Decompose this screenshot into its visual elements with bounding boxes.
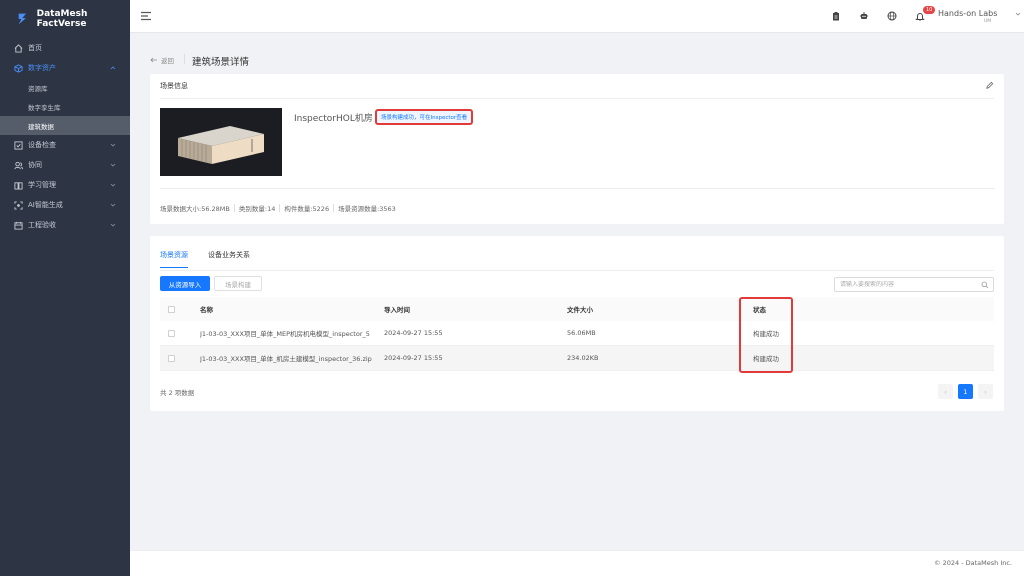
sidebar-item-collaboration[interactable]: 协同 bbox=[0, 155, 130, 175]
sidebar-item-label: 学习管理 bbox=[28, 181, 56, 189]
sidebar-item-device-inspection[interactable]: 设备检查 bbox=[0, 135, 130, 155]
back-link[interactable]: 返回 bbox=[150, 55, 174, 65]
stat-category-count: 类别数量:14 bbox=[238, 205, 276, 213]
sidebar-item-label: 数字资产 bbox=[28, 64, 56, 72]
sidebar-subitem-building-data[interactable]: 建筑数据 bbox=[0, 116, 130, 135]
row-checkbox[interactable] bbox=[168, 329, 175, 337]
user-name[interactable]: Hands-on Labs bbox=[938, 9, 997, 18]
user-role: UM bbox=[984, 19, 992, 24]
book-icon bbox=[13, 180, 23, 190]
sidebar-item-label: 首页 bbox=[28, 44, 42, 52]
brand[interactable]: DataMesh FactVerse bbox=[0, 0, 130, 38]
table-row[interactable]: J1-03-03_XXX项目_单体_MEP机房机电模型_inspector_5 … bbox=[160, 321, 994, 346]
check-square-icon bbox=[13, 140, 23, 150]
sidebar: DataMesh FactVerse 首页 数字资产 资源库 数字孪生库 建筑数… bbox=[0, 0, 130, 576]
ai-icon bbox=[13, 200, 23, 210]
scene-resources-card: 场景资源 设备业务关系 从资源导入 场景构建 名称 导入时间 文件大小 状态 J… bbox=[150, 236, 1004, 411]
footer: © 2024 - DataMesh Inc. bbox=[130, 550, 1024, 576]
globe-icon[interactable] bbox=[887, 11, 897, 21]
scene-build-button[interactable]: 场景构建 bbox=[214, 276, 262, 291]
edit-icon[interactable] bbox=[985, 81, 994, 90]
cell-size: 56.06MB bbox=[567, 329, 596, 337]
home-icon bbox=[13, 43, 23, 53]
top-header: 10 Hands-on Labs UM bbox=[130, 0, 1024, 33]
sidebar-item-label: 协同 bbox=[28, 161, 42, 169]
table-row[interactable]: J1-03-03_XXX项目_单体_机房土建模型_inspector_36.zi… bbox=[160, 346, 994, 371]
sidebar-item-label: 设备检查 bbox=[28, 141, 56, 149]
column-header-size: 文件大小 bbox=[567, 306, 593, 314]
scene-thumbnail[interactable] bbox=[160, 108, 282, 176]
resources-table: 名称 导入时间 文件大小 状态 J1-03-03_XXX项目_单体_MEP机房机… bbox=[160, 297, 994, 371]
scene-stats: 场景数据大小:56.28MB 类别数量:14 构件数量:5226 场景资源数量:… bbox=[160, 203, 396, 213]
column-header-name: 名称 bbox=[200, 306, 213, 314]
row-checkbox[interactable] bbox=[168, 354, 175, 362]
sidebar-item-learning[interactable]: 学习管理 bbox=[0, 175, 130, 195]
calendar-icon bbox=[13, 220, 23, 230]
tab-scene-resources[interactable]: 场景资源 bbox=[160, 250, 188, 268]
chevron-down-icon bbox=[110, 223, 116, 227]
section-title: 场景信息 bbox=[160, 82, 188, 90]
sidebar-subitem-digital-twin-library[interactable]: 数字孪生库 bbox=[0, 97, 130, 116]
robot-icon[interactable] bbox=[859, 11, 869, 21]
users-icon bbox=[13, 160, 23, 170]
chevron-down-icon bbox=[110, 143, 116, 147]
cell-time: 2024-09-27 15:55 bbox=[384, 329, 443, 337]
chevron-down-icon bbox=[110, 203, 116, 207]
sidebar-item-digital-assets[interactable]: 数字资产 bbox=[0, 58, 130, 78]
scene-info-card: 场景信息 InspectorHOL机房 场景构建成功，可在Inspector查看… bbox=[150, 74, 1004, 224]
menu-toggle-icon[interactable] bbox=[140, 10, 152, 22]
tab-bar: 场景资源 设备业务关系 bbox=[160, 250, 270, 268]
sidebar-item-label: AI智能生成 bbox=[28, 201, 63, 209]
copyright: © 2024 - DataMesh Inc. bbox=[934, 559, 1012, 567]
sidebar-item-ai-generation[interactable]: AI智能生成 bbox=[0, 195, 130, 215]
tab-divider bbox=[160, 270, 994, 271]
stat-data-size: 场景数据大小:56.28MB bbox=[160, 205, 230, 213]
arrow-left-icon bbox=[150, 57, 157, 63]
chevron-down-icon[interactable] bbox=[1015, 11, 1021, 17]
cell-size: 234.02KB bbox=[567, 354, 599, 362]
cell-time: 2024-09-27 15:55 bbox=[384, 354, 443, 362]
breadcrumb-divider bbox=[184, 54, 185, 64]
sidebar-item-home[interactable]: 首页 bbox=[0, 38, 130, 58]
clipboard-icon[interactable] bbox=[831, 11, 841, 21]
divider bbox=[160, 98, 994, 99]
sidebar-item-acceptance[interactable]: 工程验收 bbox=[0, 215, 130, 235]
cell-name: J1-03-03_XXX项目_单体_机房土建模型_inspector_36.zi… bbox=[200, 355, 372, 363]
stat-resource-count: 场景资源数量:3563 bbox=[338, 205, 396, 213]
brand-name: DataMesh FactVerse bbox=[36, 9, 88, 29]
back-label: 返回 bbox=[161, 57, 174, 65]
status-highlight-box bbox=[739, 297, 793, 373]
page-title: 建筑场景详情 bbox=[192, 57, 250, 68]
build-status-tag: 场景构建成功，可在Inspector查看 bbox=[375, 109, 474, 125]
cube-icon bbox=[13, 63, 23, 73]
sidebar-item-label: 工程验收 bbox=[28, 221, 56, 229]
pagination-next[interactable]: › bbox=[978, 384, 993, 399]
scene-name: InspectorHOL机房 bbox=[294, 114, 373, 124]
search-icon[interactable] bbox=[981, 281, 989, 289]
logo-icon bbox=[18, 13, 26, 25]
notification-badge: 10 bbox=[923, 6, 936, 14]
stat-component-count: 构件数量:5226 bbox=[284, 205, 330, 213]
sidebar-subitem-resource-library[interactable]: 资源库 bbox=[0, 78, 130, 97]
chevron-up-icon bbox=[110, 66, 116, 70]
pagination-page-1[interactable]: 1 bbox=[958, 384, 973, 399]
search-box[interactable] bbox=[834, 277, 994, 292]
cell-name: J1-03-03_XXX项目_单体_MEP机房机电模型_inspector_5 bbox=[200, 330, 370, 338]
total-count: 共 2 项数据 bbox=[160, 389, 195, 397]
search-input[interactable] bbox=[840, 281, 980, 288]
divider bbox=[160, 188, 994, 189]
table-header: 名称 导入时间 文件大小 状态 bbox=[160, 297, 994, 321]
select-all-checkbox[interactable] bbox=[168, 305, 175, 313]
chevron-down-icon bbox=[110, 163, 116, 167]
column-header-time: 导入时间 bbox=[384, 306, 410, 314]
chevron-down-icon bbox=[110, 183, 116, 187]
pagination-prev[interactable]: ‹ bbox=[938, 384, 953, 399]
tab-device-relations[interactable]: 设备业务关系 bbox=[208, 250, 250, 268]
import-from-resources-button[interactable]: 从资源导入 bbox=[160, 276, 210, 291]
